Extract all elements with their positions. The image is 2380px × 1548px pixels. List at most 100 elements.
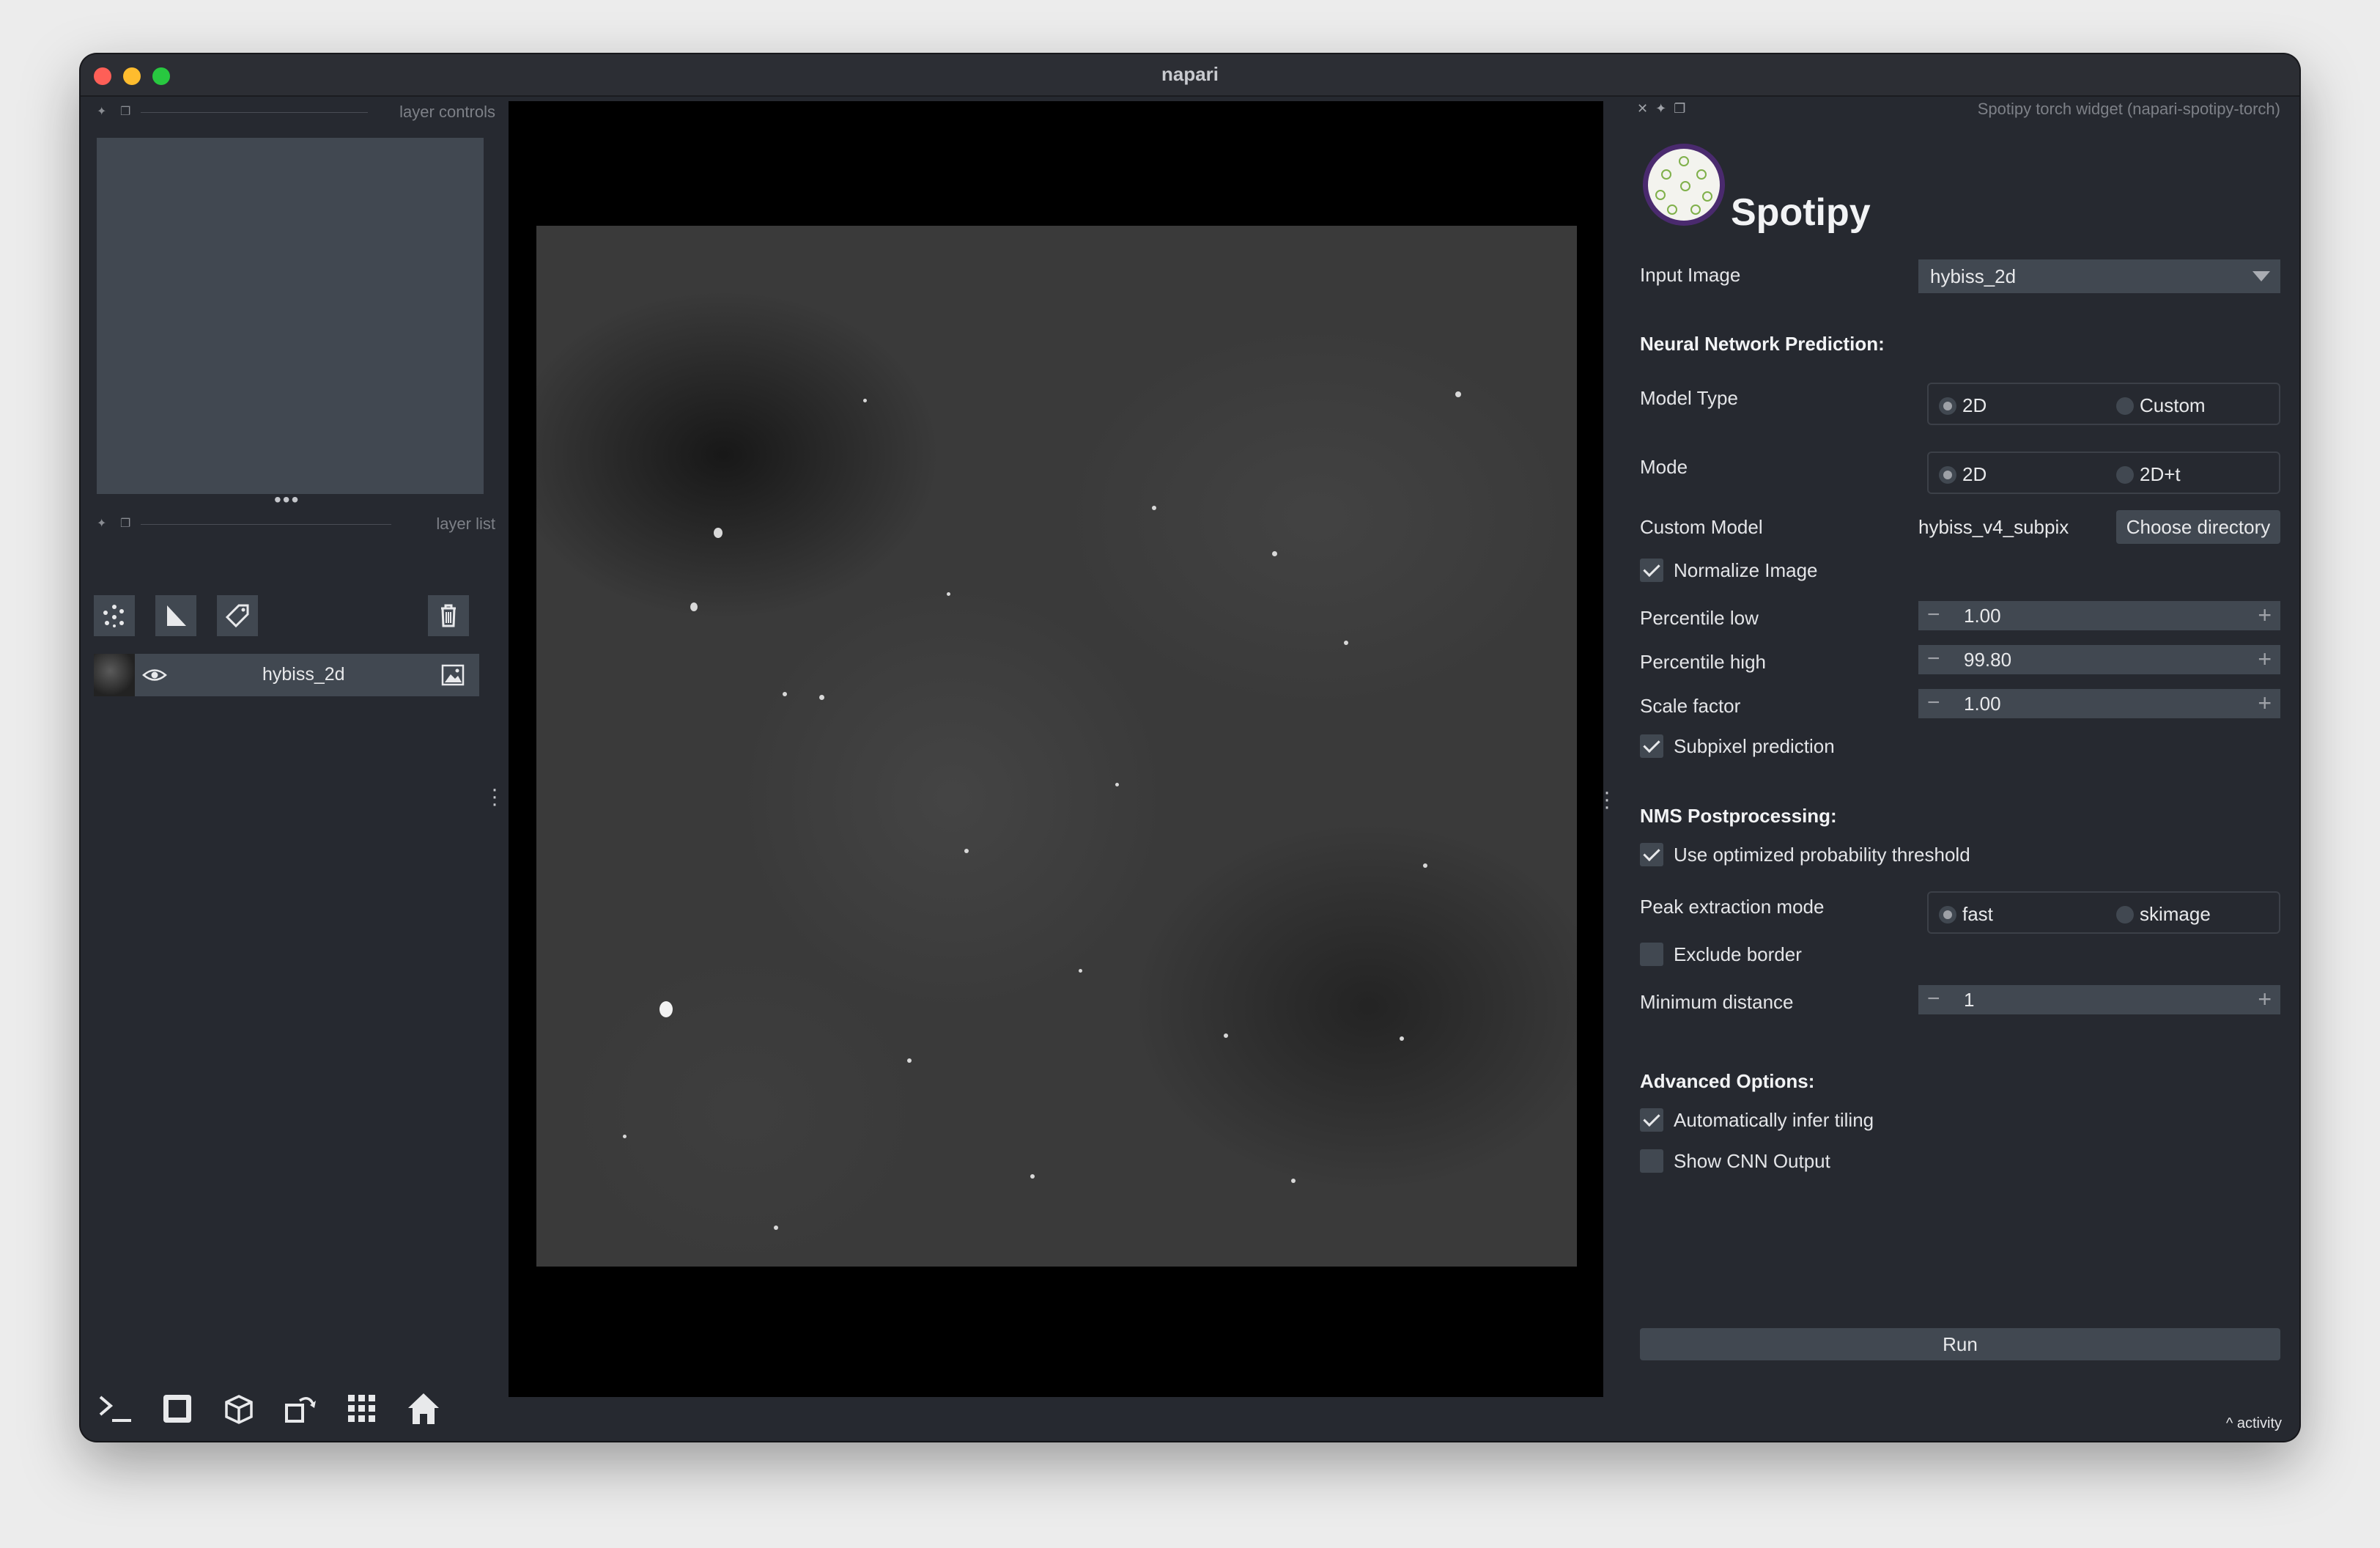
console-button[interactable] [94, 1387, 138, 1431]
layer-list-header: ✦ ❐ layer list [81, 513, 506, 535]
new-labels-layer-button[interactable] [217, 595, 258, 636]
optimized-threshold-checkbox[interactable]: Use optimized probability threshold [1640, 843, 1970, 866]
bright-spot [714, 528, 722, 538]
percentile-high-spinbox[interactable]: − 99.80 + [1918, 645, 2280, 674]
dock-title: Spotipy torch widget (napari-spotipy-tor… [1977, 100, 2280, 118]
window-title: napari [1161, 63, 1219, 85]
mode-label: Mode [1640, 456, 1688, 478]
home-icon [408, 1393, 439, 1424]
reset-view-button[interactable] [402, 1387, 446, 1431]
peak-mode-skimage-radio[interactable]: skimage [2116, 903, 2211, 926]
peak-mode-fast-radio[interactable]: fast [1939, 903, 1993, 926]
spot [1291, 1179, 1296, 1183]
chevron-down-icon [2252, 271, 2270, 281]
layer-thumbnail [94, 654, 135, 696]
input-image-label: Input Image [1640, 264, 1741, 286]
roll-dimensions-button[interactable] [278, 1387, 322, 1431]
activity-label: activity [2236, 1415, 2282, 1431]
model-type-2d-radio[interactable]: 2D [1939, 394, 1987, 417]
model-type-custom-radio[interactable]: Custom [2116, 394, 2206, 417]
shapes-icon [167, 605, 186, 626]
peak-mode-radio-group: fast skimage [1927, 891, 2280, 934]
min-distance-spinbox[interactable]: − 1 + [1918, 985, 2280, 1014]
viewer-canvas[interactable] [509, 101, 1603, 1397]
nms-section-title: NMS Postprocessing: [1640, 805, 1837, 827]
splitter-handle-icon[interactable]: · · · [491, 778, 498, 815]
nn-section-title: Neural Network Prediction: [1640, 333, 1885, 355]
new-shapes-layer-button[interactable] [155, 595, 196, 636]
run-button[interactable]: Run [1640, 1328, 2280, 1360]
subpixel-prediction-checkbox[interactable]: Subpixel prediction [1640, 734, 1835, 758]
spot [774, 1226, 778, 1230]
exclude-border-checkbox[interactable]: Exclude border [1640, 943, 1802, 966]
spot [1224, 1033, 1228, 1038]
infer-tiling-checkbox[interactable]: Automatically infer tiling [1640, 1108, 1874, 1132]
normalize-image-checkbox[interactable]: Normalize Image [1640, 559, 1818, 582]
model-type-label: Model Type [1640, 387, 1738, 409]
minus-icon[interactable]: − [1927, 690, 1940, 715]
input-image-value: hybiss_2d [1930, 265, 2017, 287]
image-layer-icon [441, 664, 465, 686]
minus-icon[interactable]: − [1927, 602, 1940, 627]
app-title: Spotipy [1731, 191, 1871, 234]
roll-icon [285, 1397, 316, 1423]
spot [1455, 391, 1461, 397]
splitter-handle-icon[interactable]: · · · [1603, 781, 1611, 818]
percentile-low-label: Percentile low [1640, 607, 1759, 629]
spot [1423, 863, 1427, 868]
new-points-layer-button[interactable] [94, 595, 135, 636]
minus-icon[interactable]: − [1927, 987, 1940, 1011]
resize-handle-icon[interactable]: ••• [274, 488, 300, 512]
terminal-icon [99, 1396, 131, 1422]
undock-icon[interactable]: ❐ [120, 516, 130, 531]
spot [623, 1135, 627, 1138]
peak-mode-label: Peak extraction mode [1640, 896, 1825, 918]
spot [1152, 506, 1156, 510]
spot [907, 1058, 912, 1063]
choose-directory-button[interactable]: Choose directory [2116, 510, 2280, 544]
layer-list-item[interactable]: hybiss_2d [94, 654, 479, 696]
undock-icon[interactable]: ❐ [120, 104, 130, 119]
layer-name: hybiss_2d [262, 664, 345, 685]
activity-toggle[interactable]: ^ activity [2226, 1415, 2282, 1432]
float-icon[interactable]: ✦ [97, 104, 106, 119]
spot [783, 692, 787, 696]
title-bar: napari [81, 54, 2299, 97]
scale-factor-label: Scale factor [1640, 695, 1741, 717]
float-icon[interactable]: ✦ [1655, 101, 1666, 116]
spot [819, 695, 824, 700]
bright-spot [690, 602, 698, 611]
show-cnn-output-checkbox[interactable]: Show CNN Output [1640, 1149, 1830, 1173]
custom-model-path-field[interactable]: hybiss_v4_subpix [1918, 510, 2102, 544]
mode-2d-radio[interactable]: 2D [1939, 463, 1987, 486]
grid-icon [348, 1395, 375, 1422]
model-type-radio-group: 2D Custom [1927, 383, 2280, 425]
input-image-select[interactable]: hybiss_2d [1918, 259, 2280, 293]
percentile-high-label: Percentile high [1640, 651, 1766, 673]
visibility-eye-icon[interactable] [142, 666, 167, 685]
plus-icon[interactable]: + [2258, 602, 2272, 629]
close-dock-icon[interactable]: ✕ [1637, 101, 1648, 116]
layer-controls-header: ✦ ❐ layer controls [81, 101, 506, 123]
delete-layer-button[interactable] [428, 595, 469, 636]
undock-icon[interactable]: ❐ [1674, 101, 1685, 116]
layer-buttons [94, 595, 492, 636]
layer-controls-title: layer controls [399, 103, 495, 121]
spotipy-widget-dock: · · · ✕ ✦ ❐ Spotipy torch widget (napari-s… [1603, 97, 2299, 1441]
mode-2dt-radio[interactable]: 2D+t [2116, 463, 2181, 486]
layer-controls-panel [97, 138, 484, 494]
grid-view-button[interactable] [340, 1387, 384, 1431]
plus-icon[interactable]: + [2258, 690, 2272, 717]
plus-icon[interactable]: + [2258, 986, 2272, 1013]
percentile-low-spinbox[interactable]: − 1.00 + [1918, 601, 2280, 630]
scale-factor-spinbox[interactable]: − 1.00 + [1918, 689, 2280, 718]
plus-icon[interactable]: + [2258, 646, 2272, 673]
spotipy-logo [1643, 144, 1725, 226]
toggle-ndisplay-button[interactable] [155, 1387, 199, 1431]
layer-list-title: layer list [436, 515, 495, 533]
points-icon [103, 605, 124, 627]
spot [947, 592, 950, 596]
toggle-3d-button[interactable] [217, 1387, 261, 1431]
minus-icon[interactable]: − [1927, 646, 1940, 671]
float-icon[interactable]: ✦ [97, 516, 106, 531]
